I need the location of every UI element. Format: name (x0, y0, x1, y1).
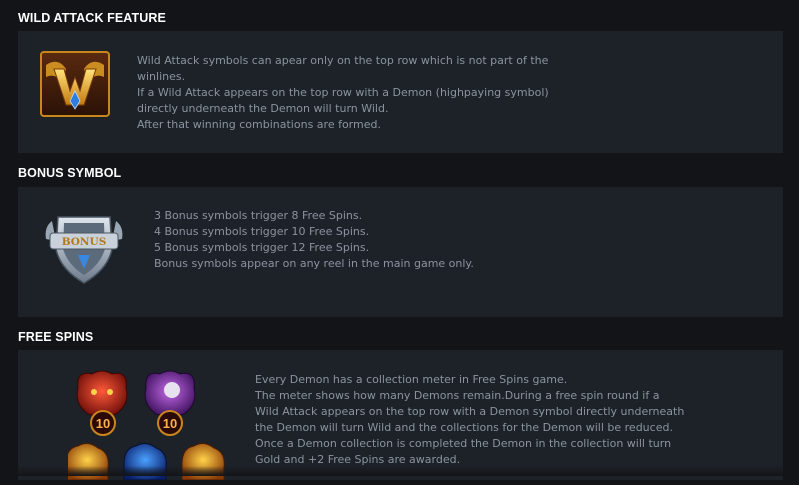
wild-attack-panel: Wild Attack symbols can apear only on th… (18, 31, 783, 153)
wild-attack-description: Wild Attack symbols can apear only on th… (137, 53, 549, 133)
wild-line-2: winlines. (137, 70, 186, 83)
wild-attack-title: WILD ATTACK FEATURE (18, 11, 166, 25)
wild-symbol-icon (40, 51, 110, 117)
free-line-2: The meter shows how many Demons remain.D… (255, 389, 660, 402)
bonus-symbol-panel: BONUS 3 Bonus symbols trigger 8 Free Spi… (18, 187, 783, 317)
bonus-line-1: 3 Bonus symbols trigger 8 Free Spins. (154, 209, 363, 222)
bonus-line-3: 5 Bonus symbols trigger 12 Free Spins. (154, 241, 370, 254)
bonus-symbol-icon: BONUS (42, 209, 126, 287)
bottom-fade-overlay (0, 466, 799, 476)
demon-collection-icons: 10 10 (65, 368, 238, 481)
bonus-icon-text: BONUS (62, 236, 107, 248)
red-demon-count: 10 (96, 416, 110, 431)
free-line-5: Once a Demon collection is completed the… (255, 437, 672, 450)
bonus-line-2: 4 Bonus symbols trigger 10 Free Spins. (154, 225, 370, 238)
bonus-symbol-title: BONUS SYMBOL (18, 166, 122, 180)
bonus-line-4: Bonus symbols appear on any reel in the … (154, 257, 474, 270)
free-line-1: Every Demon has a collection meter in Fr… (255, 373, 568, 386)
wild-line-3: If a Wild Attack appears on the top row … (137, 86, 549, 99)
bonus-symbol-description: 3 Bonus symbols trigger 8 Free Spins. 4 … (154, 208, 474, 272)
free-line-3: Wild Attack appears on the top row with … (255, 405, 685, 418)
wild-line-5: After that winning combinations are form… (137, 118, 381, 131)
free-spins-title: FREE SPINS (18, 330, 94, 344)
wild-line-4: directly underneath the Demon will turn … (137, 102, 389, 115)
wild-line-1: Wild Attack symbols can apear only on th… (137, 54, 549, 67)
red-demon-icon (76, 370, 128, 417)
free-spins-description: Every Demon has a collection meter in Fr… (255, 372, 684, 468)
free-spins-panel: 10 10 Every Demon has a collection meter… (18, 350, 783, 481)
purple-demon-icon (144, 370, 196, 417)
free-line-4: the Demon will turn Wild and the collect… (255, 421, 673, 434)
purple-demon-count: 10 (163, 416, 177, 431)
